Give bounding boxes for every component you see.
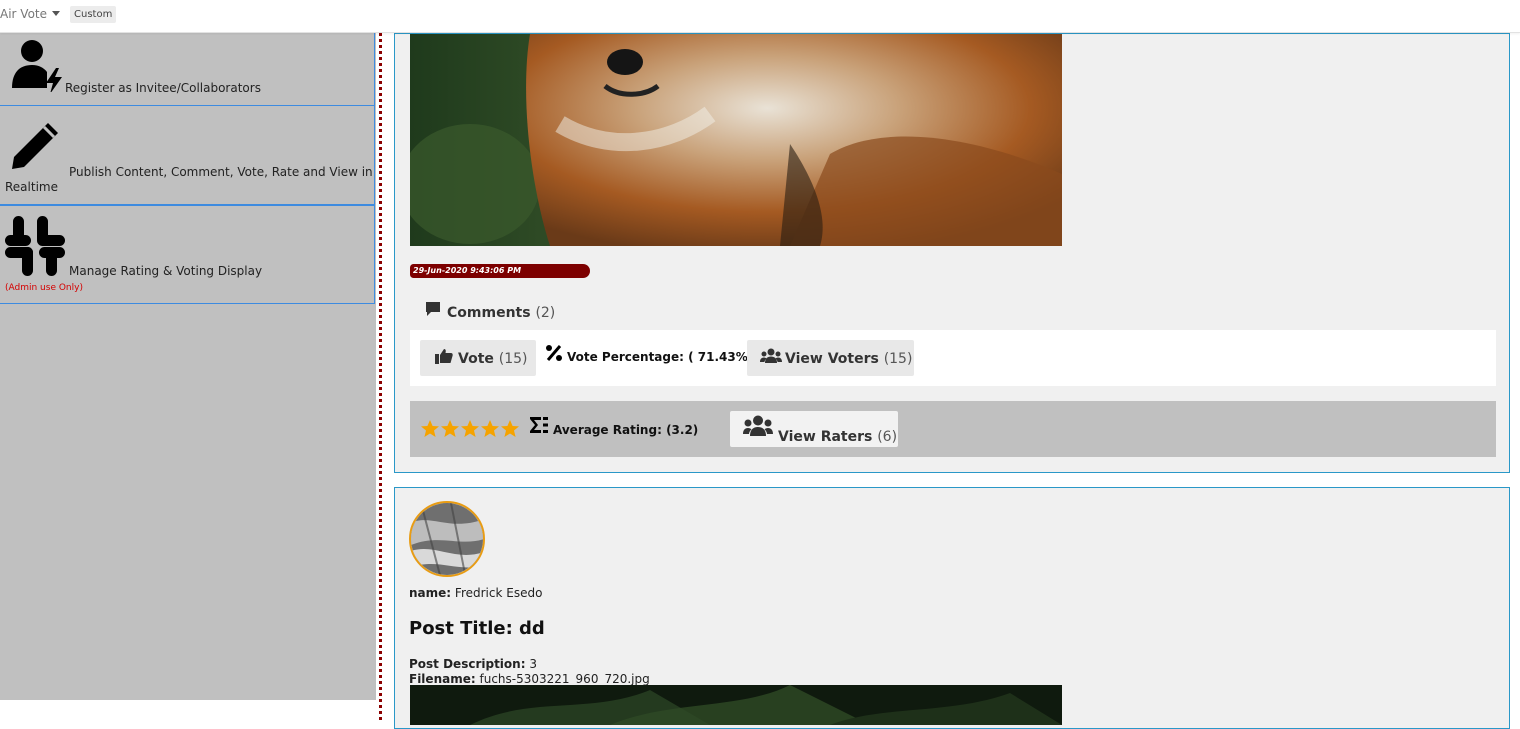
sidebar-item-label: Manage Rating & Voting Display bbox=[69, 264, 263, 278]
admin-note: (Admin use Only) bbox=[5, 283, 83, 293]
fox-photo bbox=[410, 34, 1062, 246]
description-value: 3 bbox=[529, 657, 537, 671]
vote-panel: Vote (15) Vote Percentage: ( 71.43%) Vie… bbox=[410, 330, 1496, 386]
custom-badge[interactable]: Custom bbox=[70, 6, 117, 23]
avatar[interactable] bbox=[409, 501, 485, 577]
app-title[interactable]: Air Vote bbox=[0, 7, 47, 21]
view-voters-button[interactable]: View Voters (15) bbox=[747, 340, 914, 376]
view-raters-label: View Raters bbox=[778, 429, 873, 445]
vote-label: Vote bbox=[458, 351, 494, 367]
post-title: Post Title: dd bbox=[409, 618, 545, 639]
vote-count: (15) bbox=[498, 351, 528, 367]
chevron-down-icon[interactable] bbox=[52, 11, 60, 16]
view-voters-count: (15) bbox=[883, 351, 913, 367]
comments-label: Comments bbox=[447, 305, 531, 321]
vote-button[interactable]: Vote (15) bbox=[420, 340, 536, 376]
users-icon bbox=[743, 415, 773, 436]
sidebar-item-publish[interactable]: Publish Content, Comment, Vote, Rate and… bbox=[0, 105, 375, 205]
filename-value: fuchs-5303221_960_720.jpg bbox=[479, 672, 650, 686]
view-raters-button[interactable]: View Raters (6) bbox=[730, 411, 898, 447]
top-bar: Air Vote Custom bbox=[0, 0, 1520, 33]
filename-label: Filename: bbox=[409, 672, 476, 686]
avatar-image bbox=[411, 503, 483, 575]
view-voters-label: View Voters bbox=[785, 351, 879, 367]
post-card: name: Fredrick Esedo Post Title: dd Post… bbox=[394, 487, 1510, 729]
view-raters-count: (6) bbox=[877, 429, 898, 445]
sidebar: Register as Invitee/Collaborators Publis… bbox=[0, 32, 376, 700]
post-date-badge: 29-Jun-2020 9:43:06 PM bbox=[410, 264, 590, 278]
rating-panel: Average Rating: (3.2) View Raters (6) bbox=[410, 401, 1496, 457]
vote-percentage-label: Vote Percentage: bbox=[567, 350, 684, 364]
photo-preview bbox=[410, 685, 1062, 725]
sidebar-item-label-cont: Realtime bbox=[5, 180, 58, 194]
users-icon bbox=[760, 348, 782, 363]
sidebar-item-register[interactable]: Register as Invitee/Collaborators bbox=[0, 32, 375, 106]
percent-icon bbox=[546, 345, 562, 361]
vote-percentage-value: ( 71.43%) bbox=[688, 350, 754, 364]
post-image[interactable] bbox=[410, 685, 1062, 725]
sidebar-item-manage-rating[interactable]: Manage Rating & Voting Display (Admin us… bbox=[0, 205, 375, 304]
average-rating-value: (3.2) bbox=[666, 423, 699, 437]
slack-icon bbox=[5, 216, 65, 276]
sidebar-item-label: Register as Invitee/Collaborators bbox=[65, 81, 261, 95]
name-label: name: bbox=[409, 586, 452, 600]
description-label: Post Description: bbox=[409, 657, 526, 671]
divider bbox=[379, 33, 382, 720]
name-value: Fredrick Esedo bbox=[454, 586, 543, 600]
comments-count: (2) bbox=[535, 305, 556, 321]
sigma-icon bbox=[530, 417, 548, 433]
average-rating-label: Average Rating: bbox=[553, 423, 662, 437]
comment-icon bbox=[426, 302, 440, 316]
post-image[interactable] bbox=[410, 34, 1062, 246]
post-card: 29-Jun-2020 9:43:06 PM Comments (2) Vote… bbox=[394, 33, 1510, 473]
sidebar-item-label: Publish Content, Comment, Vote, Rate and… bbox=[69, 165, 373, 179]
user-bolt-icon bbox=[12, 40, 62, 92]
author-name: name: Fredrick Esedo bbox=[409, 586, 542, 600]
pencil-icon bbox=[12, 123, 58, 169]
thumbs-up-icon bbox=[435, 349, 453, 364]
post-description: Post Description: 3 Filename: fuchs-5303… bbox=[409, 657, 650, 687]
star-rating[interactable] bbox=[420, 419, 520, 443]
stars-icon bbox=[421, 420, 519, 437]
